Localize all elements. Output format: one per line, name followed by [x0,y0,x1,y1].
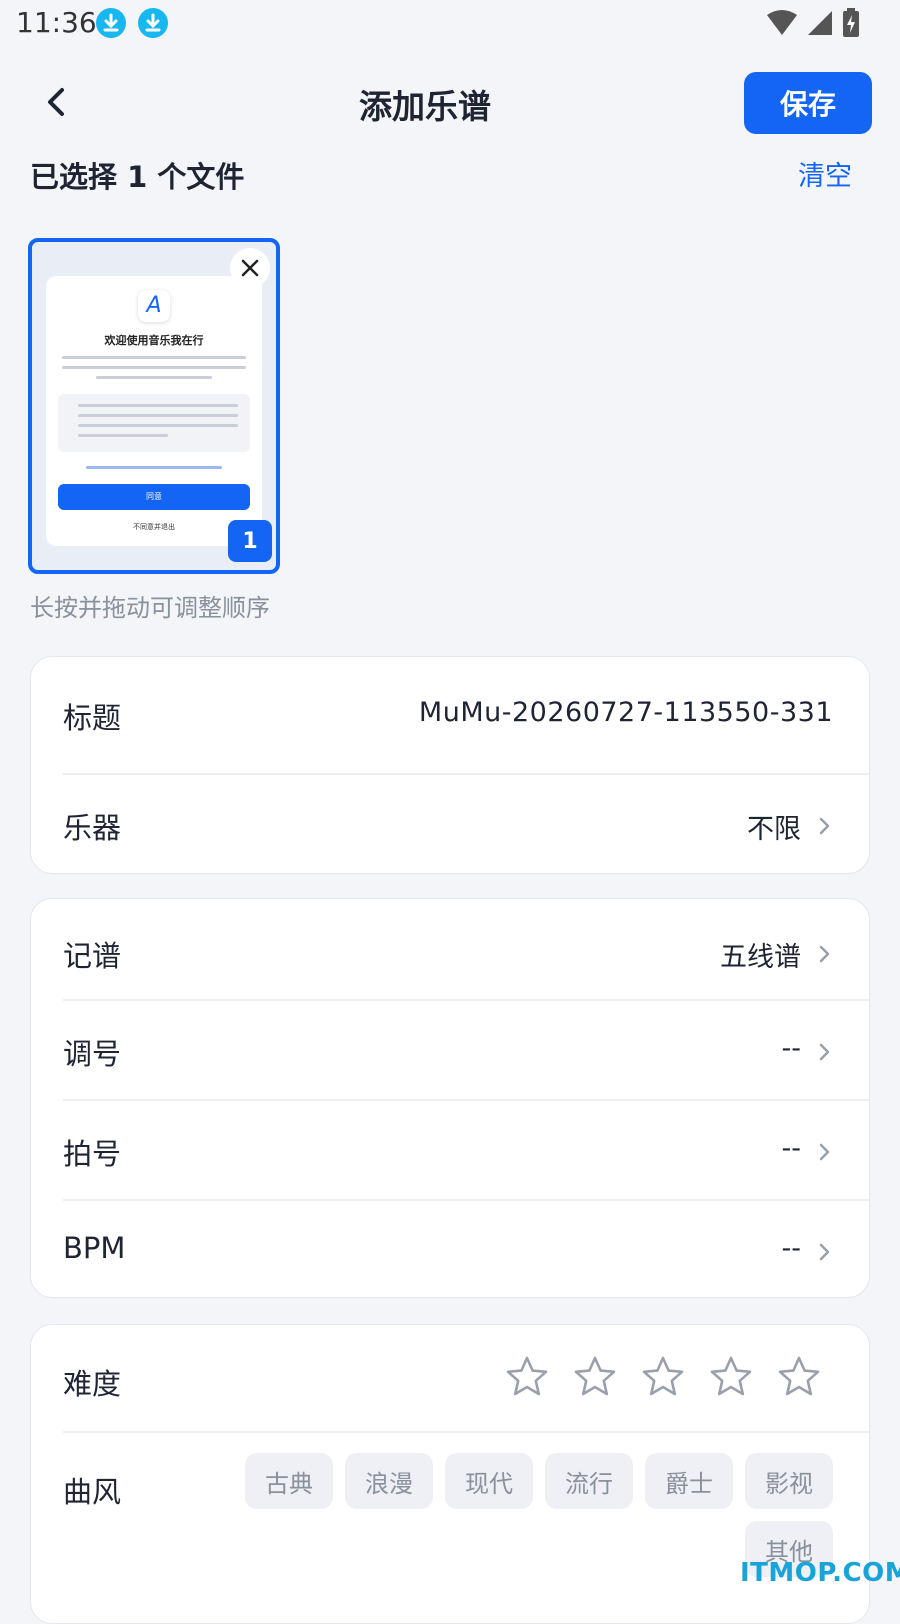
text-line [78,424,238,427]
star-icon[interactable] [505,1355,549,1399]
thumbnail-agree-button: 同意 [58,484,250,510]
star-icon[interactable] [709,1355,753,1399]
clear-button[interactable]: 清空 [798,154,852,193]
text-line [96,376,212,379]
notation-row[interactable]: 记谱 五线谱 [31,899,869,999]
genre-chip-pop[interactable]: 流行 [545,1453,633,1509]
remove-file-button[interactable] [230,248,270,288]
selected-file-count: 已选择 1 个文件 [30,160,245,194]
notation-label: 记谱 [63,939,122,973]
bpm-row[interactable]: BPM -- [31,1201,869,1297]
instrument-value: 不限 [747,814,801,845]
genre-row: 曲风 古典 浪漫 现代 流行 爵士 影视 其他 [31,1433,869,1623]
privacy-notice-box [58,394,250,452]
difficulty-label: 难度 [63,1367,122,1401]
bpm-value: -- [781,1233,802,1264]
difficulty-row: 难度 [31,1325,869,1431]
bpm-label: BPM [63,1231,126,1265]
download-notification-icon [96,8,126,38]
star-icon[interactable] [641,1355,685,1399]
difficulty-rating[interactable] [505,1355,821,1399]
close-icon [241,259,259,277]
instrument-row[interactable]: 乐器 不限 [31,775,869,873]
genre-chip-film[interactable]: 影视 [745,1453,833,1509]
page-title: 添加乐谱 [359,87,491,126]
text-line [78,404,238,407]
chevron-right-icon [819,945,830,963]
title-value[interactable]: MuMu-20260727-113550-331 [419,697,833,728]
genre-chip-modern[interactable]: 现代 [445,1453,533,1509]
key-signature-label: 调号 [63,1037,122,1071]
watermark: ITMOP.COM [740,1558,900,1588]
time-signature-row[interactable]: 拍号 -- [31,1101,869,1199]
app-header: 添加乐谱 保存 [0,66,900,138]
file-thumbnail[interactable]: A 欢迎使用音乐我在行 同意 不同意并退出 1 [28,238,280,574]
chevron-right-icon [819,1143,830,1161]
text-line [62,356,246,359]
status-bar: 11:36 [0,0,900,48]
star-icon[interactable] [777,1355,821,1399]
notation-value: 五线谱 [720,942,801,973]
chevron-right-icon [819,817,830,835]
instrument-label: 乐器 [63,811,122,845]
chevron-right-icon [819,1043,830,1061]
app-logo-icon: A [138,290,170,322]
text-line [78,414,238,417]
basic-info-card: 标题 MuMu-20260727-113550-331 乐器 不限 [30,656,870,874]
key-signature-value: -- [781,1033,802,1064]
title-row[interactable]: 标题 MuMu-20260727-113550-331 [31,657,869,773]
status-time: 11:36 [16,6,97,39]
save-button[interactable]: 保存 [744,72,872,134]
thumbnail-preview: A 欢迎使用音乐我在行 同意 不同意并退出 [46,276,262,546]
thumbnail-heading: 欢迎使用音乐我在行 [104,334,204,347]
notation-card: 记谱 五线谱 调号 -- 拍号 -- BPM -- [30,898,870,1298]
file-order-badge: 1 [228,520,272,562]
genre-label: 曲风 [63,1475,122,1509]
genre-chip-romantic[interactable]: 浪漫 [345,1453,433,1509]
genre-chip-classical[interactable]: 古典 [245,1453,333,1509]
download-notification-icon [138,8,168,38]
time-signature-value: -- [781,1133,802,1164]
star-icon[interactable] [573,1355,617,1399]
text-line [62,366,246,369]
time-signature-label: 拍号 [63,1137,122,1171]
cell-signal-icon [808,11,832,35]
genre-chip-jazz[interactable]: 爵士 [645,1453,733,1509]
wifi-icon [767,10,797,35]
text-line [86,466,222,469]
battery-icon [843,8,859,37]
text-line [78,434,168,437]
chevron-right-icon [819,1243,830,1261]
drag-hint: 长按并拖动可调整顺序 [30,594,270,622]
title-label: 标题 [63,701,122,735]
key-signature-row[interactable]: 调号 -- [31,1001,869,1099]
